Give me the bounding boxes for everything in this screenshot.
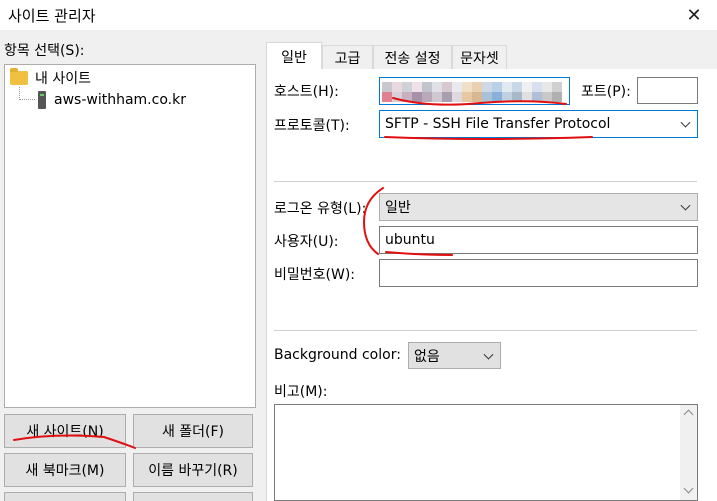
tree-item-label: aws-withham.co.kr [54, 92, 186, 108]
separator [274, 181, 697, 182]
password-input[interactable] [379, 259, 698, 287]
password-label: 비밀번호(W): [274, 267, 356, 283]
tree-item-site[interactable]: aws-withham.co.kr [38, 90, 186, 110]
title-bar: 사이트 관리자 ✕ [0, 0, 717, 30]
site-tree[interactable]: 내 사이트 aws-withham.co.kr [4, 64, 256, 408]
rename-button[interactable]: 이름 바꾸기(R) [133, 453, 253, 487]
logon-type-value: 일반 [385, 200, 411, 216]
tab-charset[interactable]: 문자셋 [452, 45, 507, 69]
tree-item-label: 내 사이트 [35, 71, 91, 87]
background-color-select[interactable]: 없음 [408, 342, 501, 369]
new-site-button[interactable]: 새 사이트(N) [4, 414, 126, 448]
host-label: 호스트(H): [274, 84, 339, 100]
host-input[interactable] [379, 77, 570, 105]
comments-label: 비고(M): [274, 384, 328, 400]
user-label: 사용자(U): [274, 234, 339, 250]
select-entry-label: 항목 선택(S): [4, 43, 85, 59]
separator [274, 330, 697, 331]
close-button[interactable]: ✕ [671, 0, 717, 30]
tab-transfer-settings[interactable]: 전송 설정 [373, 45, 452, 69]
background-color-value: 없음 [414, 348, 440, 365]
tree-connector [19, 87, 35, 100]
tab-general[interactable]: 일반 [266, 42, 322, 70]
port-label: 포트(P): [581, 84, 631, 100]
server-icon [38, 91, 46, 109]
comments-textarea[interactable] [274, 404, 698, 501]
tab-advanced[interactable]: 고급 [322, 45, 373, 69]
chevron-down-icon [680, 117, 691, 128]
delete-button-partial[interactable] [133, 492, 253, 501]
copy-button-partial[interactable] [4, 492, 126, 501]
background-color-label: Background color: [274, 347, 401, 363]
chevron-down-icon [680, 200, 691, 211]
redacted-host [382, 82, 568, 102]
scroll-down-icon[interactable] [683, 483, 694, 494]
chevron-down-icon [483, 349, 494, 360]
user-input[interactable]: ubuntu [379, 226, 698, 254]
new-bookmark-button[interactable]: 새 북마크(M) [4, 453, 126, 487]
logon-type-label: 로그온 유형(L): [274, 201, 367, 217]
protocol-select[interactable]: SFTP - SSH File Transfer Protocol [379, 110, 698, 138]
logon-type-select[interactable]: 일반 [379, 193, 698, 221]
protocol-label: 프로토콜(T): [274, 118, 350, 134]
scroll-up-icon[interactable] [683, 409, 694, 420]
port-input[interactable] [637, 77, 698, 104]
protocol-value: SFTP - SSH File Transfer Protocol [385, 116, 611, 132]
folder-icon [10, 68, 28, 85]
new-folder-button[interactable]: 새 폴더(F) [133, 414, 253, 448]
scrollbar[interactable] [680, 405, 697, 500]
window-title: 사이트 관리자 [8, 7, 96, 25]
tree-item-my-sites[interactable]: 내 사이트 [10, 68, 91, 88]
